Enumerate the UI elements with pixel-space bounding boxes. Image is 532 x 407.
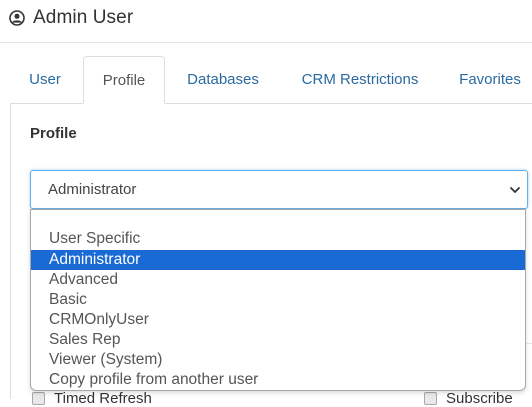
user-circle-icon bbox=[9, 10, 25, 26]
option-advanced[interactable]: Advanced bbox=[31, 270, 525, 290]
tab-bar: User Profile Databases CRM Restrictions … bbox=[0, 56, 532, 104]
profile-dropdown-list: User Specific Administrator Advanced Bas… bbox=[30, 209, 526, 391]
tab-user[interactable]: User bbox=[10, 56, 80, 104]
tab-crm-restrictions[interactable]: CRM Restrictions bbox=[286, 56, 434, 104]
tab-profile[interactable]: Profile bbox=[83, 56, 165, 104]
page-title: Admin User bbox=[33, 7, 134, 28]
tab-favorites[interactable]: Favorites bbox=[445, 56, 532, 104]
option-copy-profile[interactable]: Copy profile from another user bbox=[31, 370, 525, 390]
option-administrator[interactable]: Administrator bbox=[31, 250, 525, 270]
page-header: Admin User bbox=[0, 0, 532, 43]
content-panel-border bbox=[10, 103, 11, 399]
chevron-down-icon bbox=[510, 187, 520, 193]
profile-select[interactable]: Administrator bbox=[30, 170, 528, 209]
option-basic[interactable]: Basic bbox=[31, 290, 525, 310]
option-crmonlyuser[interactable]: CRMOnlyUser bbox=[31, 310, 525, 330]
profile-select-value: Administrator bbox=[48, 181, 137, 198]
option-user-specific[interactable]: User Specific bbox=[31, 229, 525, 249]
option-viewer-system[interactable]: Viewer (System) bbox=[31, 350, 525, 370]
tab-databases[interactable]: Databases bbox=[170, 56, 276, 104]
profile-section-label: Profile bbox=[30, 125, 77, 142]
option-sales-rep[interactable]: Sales Rep bbox=[31, 330, 525, 350]
